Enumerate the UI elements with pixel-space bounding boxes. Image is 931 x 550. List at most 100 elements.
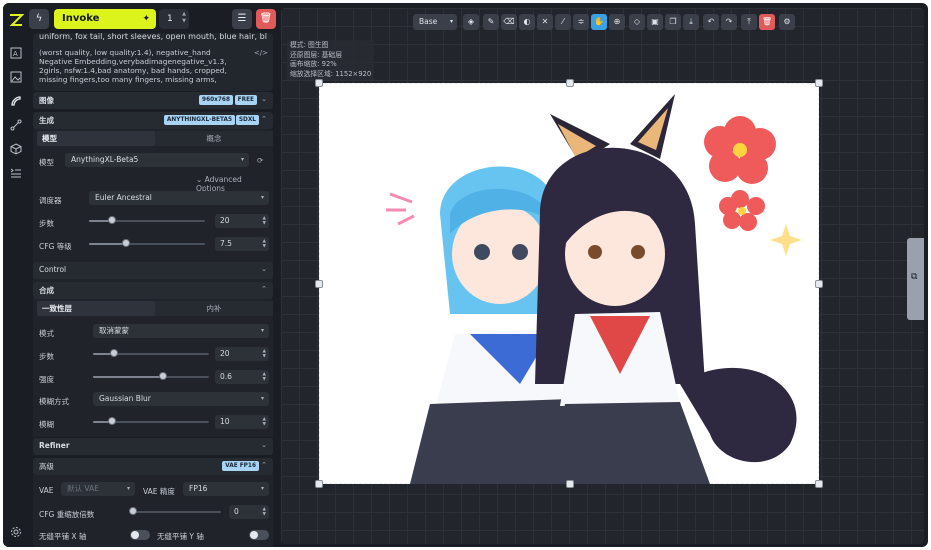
strength-handle[interactable] (158, 372, 167, 380)
generation-section-header[interactable]: 生成 ANYTHINGXL-BETA5 SDXL ⌃ (33, 112, 273, 129)
iterations-input[interactable]: 1 ▲ ▼ (159, 9, 189, 29)
blur-input[interactable]: 10 ▲ ▼ (215, 415, 269, 429)
bbox-handle-top[interactable] (566, 79, 574, 87)
cfg-slider[interactable] (89, 239, 205, 249)
cfg-stepper[interactable]: ▲ ▼ (263, 239, 266, 249)
bounding-box[interactable] (315, 79, 823, 488)
reset-view-button[interactable]: ⊕ (609, 14, 625, 30)
scheduler-select[interactable]: Euler Ancestral ▾ (89, 191, 269, 205)
chevron-up-icon: ⌃ (261, 461, 267, 469)
chevron-down-icon: ▾ (260, 485, 264, 492)
refiner-section-header[interactable]: Refiner ⌄ (33, 438, 273, 455)
bbox-handle-top-left[interactable] (315, 79, 323, 87)
text-to-image-icon[interactable]: A (9, 47, 23, 61)
fill-bbox-button[interactable]: ◐ (519, 14, 535, 30)
image-to-image-icon[interactable] (9, 71, 23, 85)
cfg-slider-handle[interactable] (122, 239, 131, 247)
strength-stepper[interactable]: ▲ ▼ (263, 372, 266, 382)
layers-stack-icon: ◇ (633, 17, 641, 26)
bbox-handle-bottom[interactable] (566, 480, 574, 488)
copy-to-clipboard-button[interactable]: ❐ (665, 14, 681, 30)
workflow-icon[interactable] (9, 119, 23, 133)
tab-model[interactable]: 模型 (37, 131, 155, 146)
strength-slider[interactable] (93, 372, 209, 382)
color-picker-button[interactable]: ⁄ (555, 14, 571, 30)
mode-select[interactable]: 取消蒙蒙 ▾ (93, 324, 269, 338)
coherence-steps-slider[interactable] (93, 349, 209, 359)
queue-list-button[interactable]: ☰ (232, 9, 252, 29)
model-label: 模型 (39, 158, 54, 167)
cfg-rescale-handle[interactable] (129, 507, 137, 515)
strength-input[interactable]: 0.6 ▲ ▼ (215, 370, 269, 384)
bbox-handle-right[interactable] (815, 280, 823, 288)
coherence-steps-stepper[interactable]: ▲ ▼ (263, 349, 266, 359)
advanced-section-title: 高级 (39, 462, 54, 471)
cfg-value: 7.5 (220, 239, 232, 248)
unified-canvas[interactable]: Base ▾ ◈ ✎ ⌫ ◐ ✕ ⁄ ≑ ✋ ⊕ ◇ ▣ ❐ ⤓ ↶ ↷ ⤒ 🗑… (281, 8, 924, 544)
control-section-header[interactable]: Control ⌄ (33, 262, 273, 279)
vae-precision-select[interactable]: FP16 ▾ (183, 482, 269, 496)
tab-infill[interactable]: 内补 (155, 301, 273, 316)
unified-canvas-icon[interactable] (9, 95, 23, 109)
models-icon[interactable] (9, 143, 23, 157)
negative-prompt-input[interactable]: (worst quality, low quality:1.4), negati… (39, 48, 239, 88)
close-icon: ✕ (541, 17, 549, 26)
logo-icon[interactable] (8, 12, 24, 28)
coherence-steps-handle[interactable] (109, 349, 118, 357)
blur-slider[interactable] (93, 417, 209, 427)
bbox-handle-top-right[interactable] (815, 79, 823, 87)
erase-bbox-button[interactable]: ✕ (537, 14, 553, 30)
mode-label: 模式 (39, 329, 54, 338)
lightning-button[interactable]: ϟ (29, 9, 49, 29)
coherence-steps-input[interactable]: 20 ▲ ▼ (215, 347, 269, 361)
bbox-handle-bottom-right[interactable] (815, 480, 823, 488)
eraser-button[interactable]: ⌫ (501, 14, 517, 30)
redo-button[interactable]: ↷ (721, 14, 737, 30)
tab-concepts[interactable]: 概念 (155, 131, 273, 146)
model-select[interactable]: AnythingXL-Beta5 ▾ (65, 153, 249, 167)
undo-button[interactable]: ↶ (703, 14, 719, 30)
bbox-handle-left[interactable] (315, 280, 323, 288)
refresh-models-icon[interactable]: ⟳ (257, 156, 263, 165)
cfg-rescale-slider[interactable] (129, 507, 221, 517)
clear-queue-button[interactable]: 🗑 (256, 9, 276, 29)
cfg-rescale-input[interactable]: 0 ▲ ▼ (229, 505, 269, 519)
seamless-x-toggle[interactable] (130, 530, 150, 540)
blur-stepper[interactable]: ▲ ▼ (263, 417, 266, 427)
steps-slider[interactable] (89, 216, 205, 226)
save-to-gallery-button[interactable]: ▣ (647, 14, 663, 30)
clear-canvas-button[interactable]: 🗑 (759, 14, 775, 30)
embedding-icon[interactable]: </> (254, 49, 268, 58)
tab-coherence[interactable]: 一致性层 (37, 301, 155, 316)
chevron-down-icon: ▾ (260, 395, 264, 402)
vae-select[interactable]: 默认 VAE ▾ (61, 482, 135, 496)
advanced-section-header[interactable]: 高级 VAE FP16 ⌃ (33, 458, 273, 475)
layer-select[interactable]: Base ▾ (413, 14, 457, 30)
vae-placeholder: 默认 VAE (67, 484, 99, 493)
mask-options-button[interactable]: ◈ (463, 14, 479, 30)
positive-prompt-input[interactable]: uniform, fox tail, short sleeves, open m… (39, 33, 267, 41)
bbox-handle-bottom-left[interactable] (315, 480, 323, 488)
steps-input[interactable]: 20 ▲ ▼ (215, 214, 269, 228)
queue-icon[interactable] (9, 167, 23, 181)
brush-settings-button[interactable]: ≑ (573, 14, 589, 30)
settings-icon[interactable] (9, 526, 23, 540)
iterations-stepper[interactable]: ▲ ▼ (182, 11, 186, 25)
seamless-y-toggle[interactable] (249, 530, 269, 540)
steps-slider-handle[interactable] (108, 216, 117, 224)
brush-button[interactable]: ✎ (483, 14, 499, 30)
cfg-input[interactable]: 7.5 ▲ ▼ (215, 237, 269, 251)
blur-handle[interactable] (107, 417, 116, 425)
move-tool-button[interactable]: ✋ (591, 14, 607, 30)
canvas-settings-button[interactable]: ⚙ (779, 14, 795, 30)
invoke-button[interactable]: Invoke ✦ (54, 9, 156, 29)
blur-method-select[interactable]: Gaussian Blur ▾ (93, 392, 269, 406)
steps-stepper[interactable]: ▲ ▼ (263, 216, 266, 226)
cfg-rescale-stepper[interactable]: ▲ ▼ (263, 507, 266, 517)
gallery-toggle-button[interactable]: ⧉ (907, 238, 924, 320)
upload-button[interactable]: ⤒ (741, 14, 757, 30)
image-section-header[interactable]: 图像 960x768 FREE ⌄ (33, 92, 273, 109)
compositing-section-header[interactable]: 合成 ⌃ (33, 282, 273, 299)
download-button[interactable]: ⤓ (683, 14, 699, 30)
merge-visible-button[interactable]: ◇ (629, 14, 645, 30)
